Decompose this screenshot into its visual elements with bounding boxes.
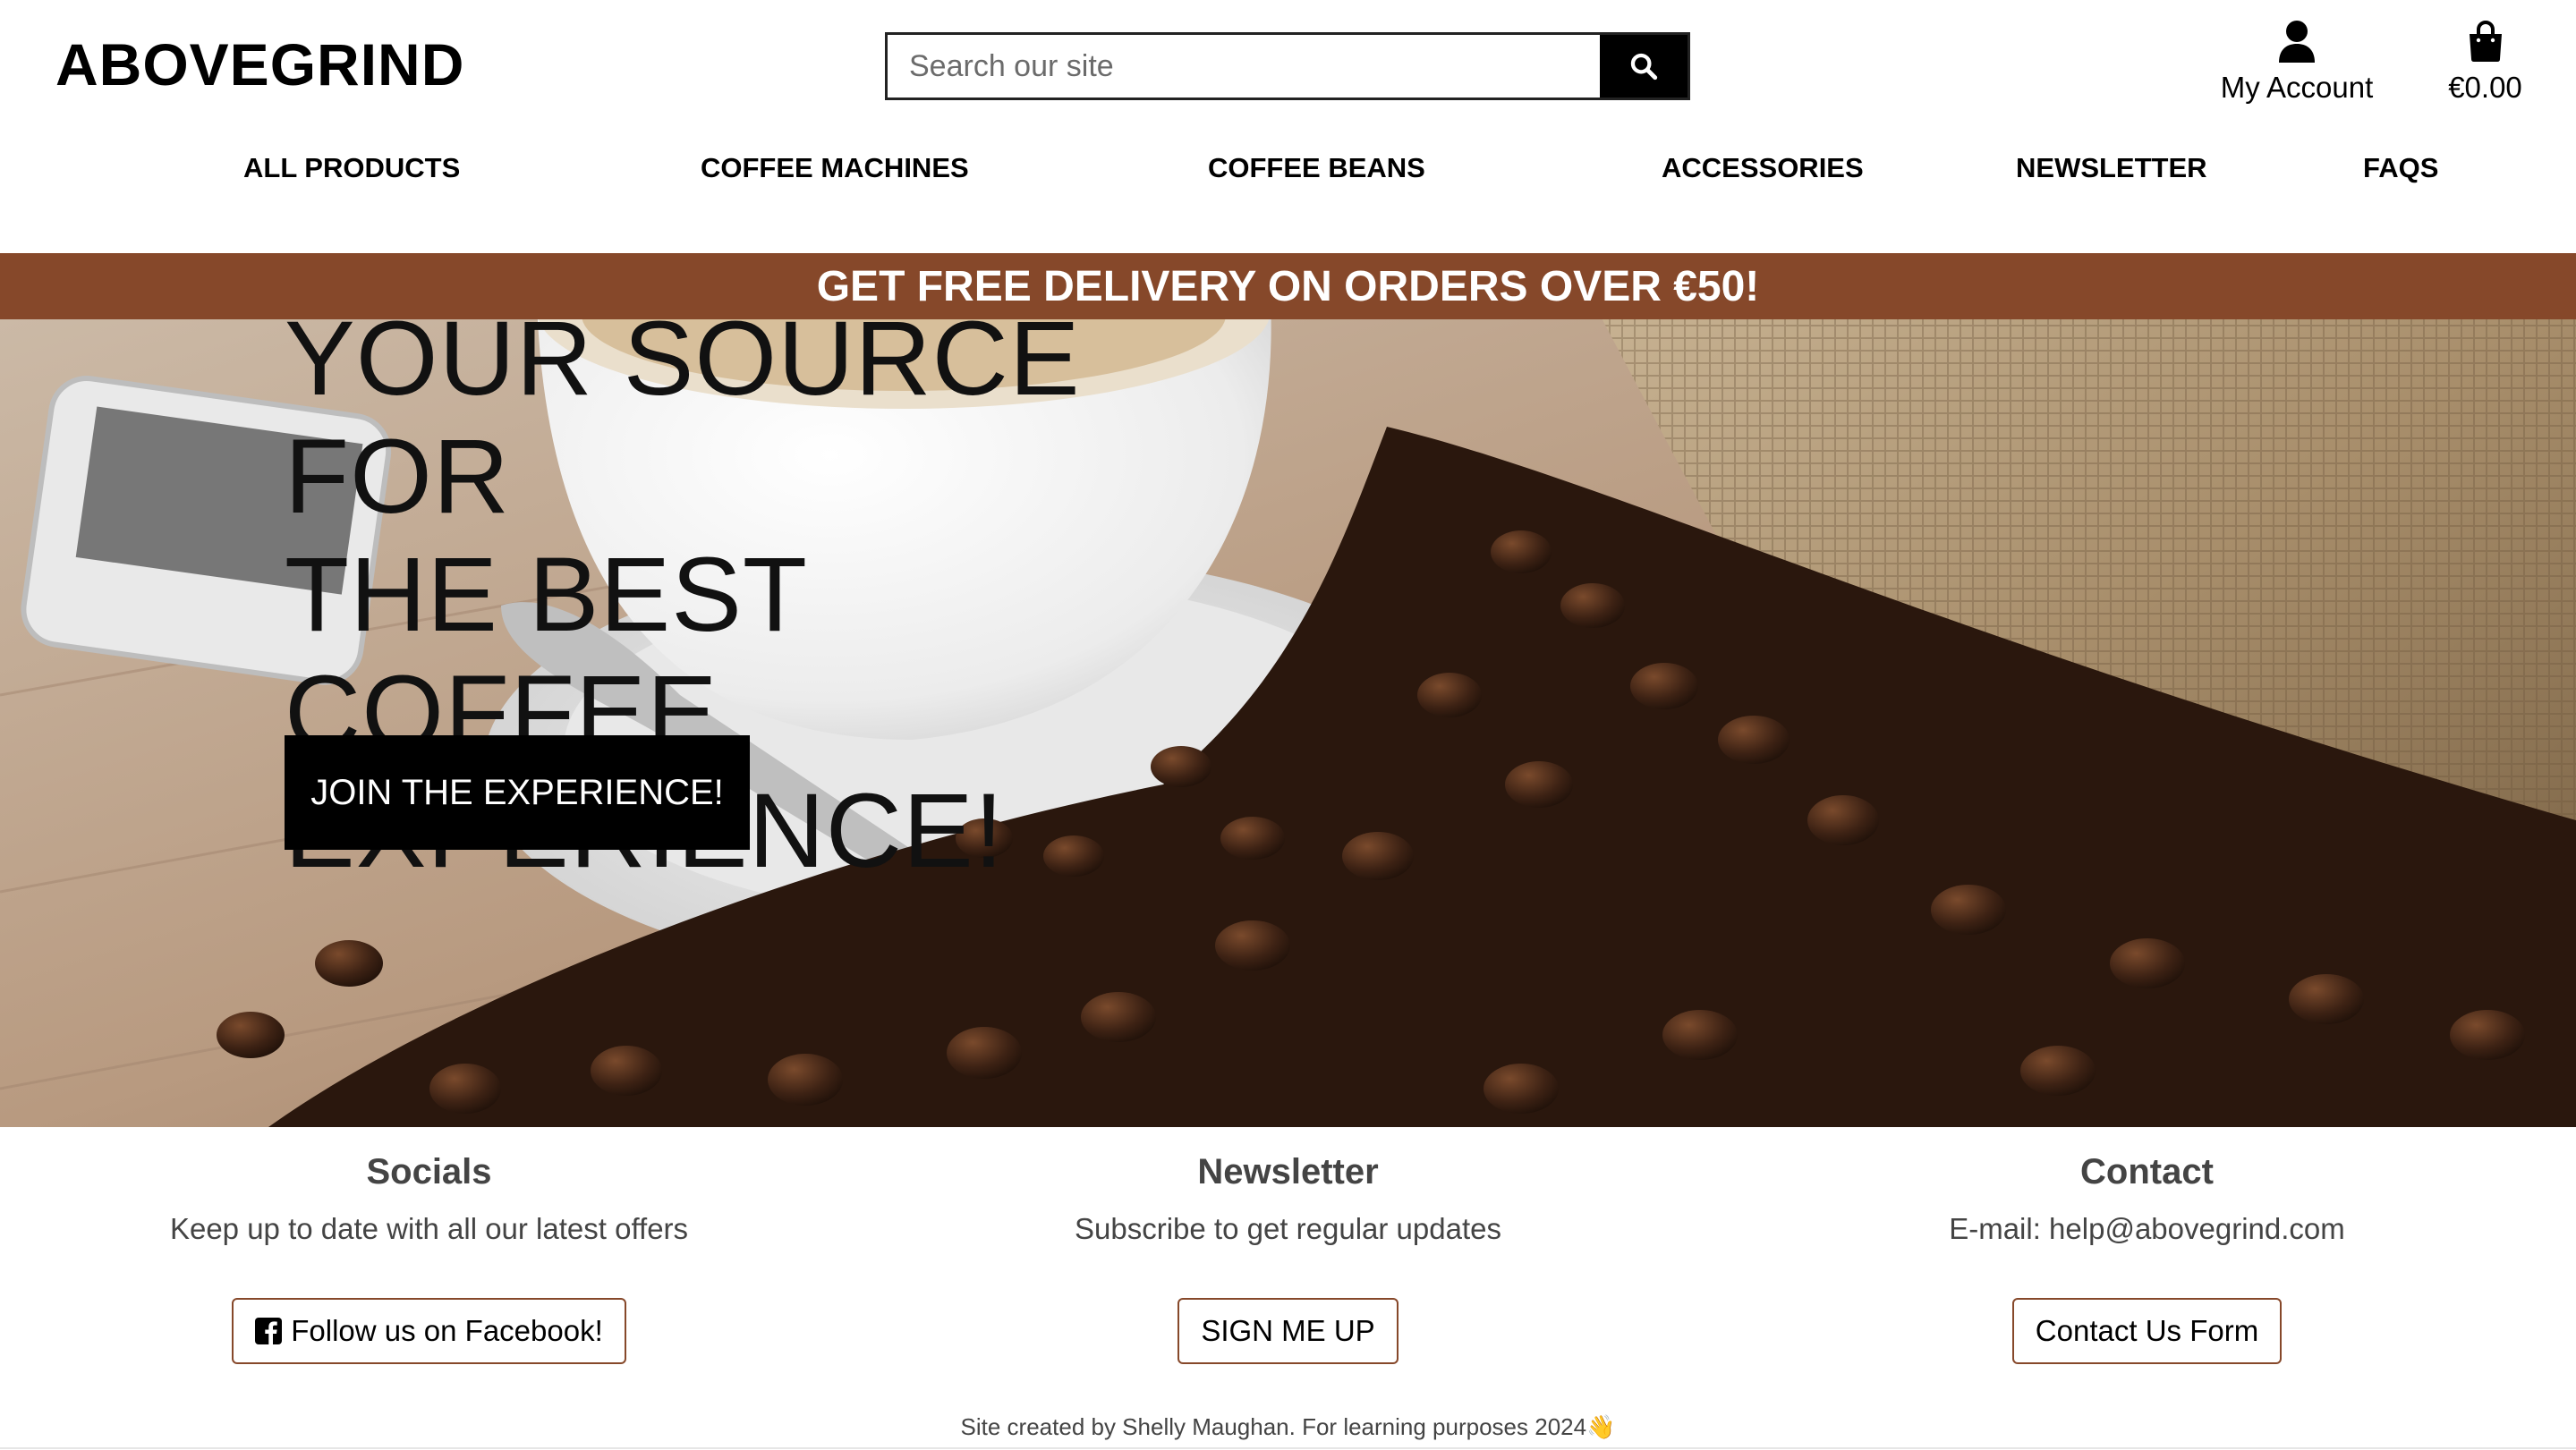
shopping-bag-icon [2469, 21, 2502, 62]
contact-title: Contact [2080, 1152, 2214, 1191]
main-nav: ALL PRODUCTS COFFEE MACHINES COFFEE BEAN… [0, 152, 2576, 199]
site-logo[interactable]: ABOVEGRIND [55, 30, 464, 98]
nav-newsletter[interactable]: NEWSLETTER [2016, 152, 2207, 184]
nav-all-products[interactable]: ALL PRODUCTS [243, 152, 460, 184]
site-header: ABOVEGRIND My Account €0.00 ALL PRODUCTS… [0, 0, 2576, 253]
search-icon [1630, 53, 1658, 81]
socials-text: Keep up to date with all our latest offe… [169, 1212, 689, 1245]
cart-total: €0.00 [2448, 71, 2522, 104]
nav-faqs[interactable]: FAQS [2363, 152, 2438, 184]
nav-accessories[interactable]: ACCESSORIES [1662, 152, 1864, 184]
my-account-label: My Account [2220, 71, 2374, 104]
search-input[interactable] [888, 35, 1600, 98]
user-icon [2279, 21, 2315, 63]
sign-me-up-button[interactable]: SIGN ME UP [1177, 1298, 1399, 1364]
join-experience-button[interactable]: JOIN THE EXPERIENCE! [285, 735, 750, 850]
site-credit: Site created by Shelly Maughan. For lear… [960, 1413, 1616, 1440]
nav-coffee-machines[interactable]: COFFEE MACHINES [701, 152, 969, 184]
footer-divider [0, 1447, 2576, 1449]
cart-link[interactable]: €0.00 [2434, 20, 2537, 105]
footer-newsletter: Newsletter Subscribe to get regular upda… [859, 1152, 1717, 1364]
footer-contact: Contact E-mail: help@abovegrind.com Cont… [1718, 1152, 2576, 1364]
hero-heading-line-1: YOUR SOURCE FOR [285, 319, 1081, 536]
free-delivery-banner: GET FREE DELIVERY ON ORDERS OVER €50! [0, 253, 2576, 319]
facebook-button[interactable]: Follow us on Facebook! [232, 1298, 626, 1364]
footer-socials: Socials Keep up to date with all our lat… [0, 1152, 858, 1364]
search-button[interactable] [1600, 35, 1688, 98]
my-account-link[interactable]: My Account [2203, 20, 2391, 105]
contact-email: E-mail: help@abovegrind.com [1949, 1212, 2345, 1245]
newsletter-text: Subscribe to get regular updates [1075, 1212, 1501, 1245]
nav-coffee-beans[interactable]: COFFEE BEANS [1208, 152, 1425, 184]
search-form [885, 32, 1690, 100]
facebook-square-icon [255, 1318, 283, 1344]
newsletter-title: Newsletter [1197, 1152, 1379, 1191]
contact-form-label: Contact Us Form [2035, 1314, 2259, 1347]
contact-form-button[interactable]: Contact Us Form [2011, 1298, 2283, 1364]
hero-section: YOUR SOURCE FOR THE BEST COFFEE EXPERIEN… [0, 319, 2576, 1127]
socials-title: Socials [366, 1152, 492, 1191]
sign-me-up-label: SIGN ME UP [1201, 1314, 1375, 1347]
site-footer: Socials Keep up to date with all our lat… [0, 1127, 2576, 1450]
facebook-button-label: Follow us on Facebook! [291, 1314, 603, 1347]
